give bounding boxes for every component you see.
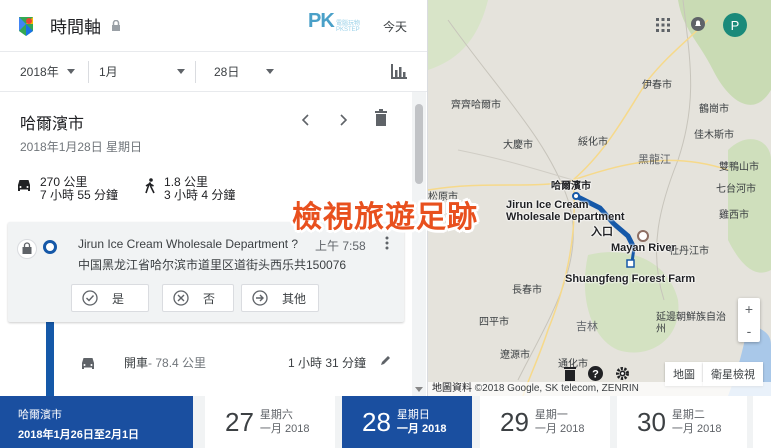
divider [195, 60, 196, 83]
cancel-circle-icon [173, 290, 189, 306]
place-name[interactable]: Jirun Ice Cream Wholesale Department ? [78, 237, 298, 251]
map-label: 伊春市 [642, 80, 672, 91]
shopping-bag-icon [17, 239, 37, 259]
day-date: 2018年1月28日 星期日 [20, 140, 143, 154]
day-cell-selected[interactable]: 28 星期日 一月 2018 [342, 396, 472, 448]
divider [88, 60, 89, 83]
app-title: 時間軸 [50, 18, 101, 37]
zoom-in-button[interactable]: + [738, 298, 760, 320]
timeline-node [43, 240, 57, 254]
place-address: 中国黑龙江省哈尔滨市道里区道街头西乐共150076 [78, 258, 347, 272]
car-icon [82, 357, 94, 369]
check-circle-icon [82, 290, 98, 306]
watermark-logo: PK 電腦玩物 PKSTEP [308, 10, 361, 33]
day-city: 哈爾濱市 [20, 116, 85, 133]
next-day-icon[interactable] [336, 113, 350, 127]
delete-day-icon[interactable] [374, 109, 388, 126]
drive-stat: 270 公里 7 小時 55 分鐘 [16, 176, 118, 202]
map-label: 長春市 [512, 285, 542, 296]
year-dropdown[interactable]: 2018年 [20, 63, 78, 80]
walk-stat: 1.8 公里 3 小時 4 分鐘 [144, 176, 235, 202]
help-icon[interactable]: ? [588, 366, 603, 381]
day-cell[interactable]: 27 星期六 一月 2018 [205, 396, 335, 448]
segment-mode: 開車 [124, 356, 149, 370]
map-city-label: 哈爾濱市 [551, 181, 591, 192]
google-maps-logo-icon[interactable] [16, 15, 36, 37]
drive-segment[interactable]: 開車 - 78.4 公里 1 小時 31 分鐘 [80, 354, 398, 371]
top-bar: 時間軸 PK 電腦玩物 PKSTEP 今天 [0, 0, 427, 52]
edit-pencil-icon[interactable] [380, 354, 392, 366]
notifications-icon[interactable] [691, 16, 705, 32]
map-view[interactable]: 齊齊哈爾市 伊春市 大慶市 綏化市 黑龍江 鶴崗市 佳木斯市 七台河市 雙鴨山市… [428, 0, 771, 396]
map-label: 遼源市 [500, 350, 530, 361]
map-poi-river[interactable]: Mayan River [611, 242, 676, 254]
today-button[interactable]: 今天 [383, 18, 407, 35]
more-options-icon[interactable] [385, 236, 389, 250]
map-label: 齊齊哈爾市 [451, 100, 501, 111]
car-icon [18, 180, 30, 191]
date-selector-bar: 2018年 1月 28日 [0, 52, 427, 92]
account-avatar[interactable]: P [723, 13, 747, 37]
trash-icon[interactable] [564, 366, 576, 381]
chevron-down-icon [266, 69, 274, 74]
map-label: 延邊朝鮮族自治州 [656, 312, 726, 335]
map-label: 雙鴨山市 [719, 162, 759, 173]
map-attribution: 地圖資料 ©2018 Google, SK telecom, ZENRIN [428, 382, 771, 396]
day-cell[interactable]: 30 星期二 一月 2018 [617, 396, 747, 448]
day-header: 哈爾濱市 2018年1月28日 星期日 [20, 110, 142, 155]
other-place-button[interactable]: 其他 [241, 284, 319, 312]
lock-icon [112, 20, 120, 31]
map-label: 佳木斯市 [694, 130, 734, 141]
apps-grid-icon[interactable] [656, 18, 670, 32]
day-cell-partial[interactable] [753, 396, 771, 448]
chevron-down-icon [66, 69, 75, 74]
map-label: 鶴崗市 [699, 104, 729, 115]
map-label: 黑龍江 [638, 154, 671, 166]
previous-day-icon[interactable] [299, 113, 313, 127]
panel-scrollbar[interactable] [412, 92, 426, 396]
zoom-control: + - [738, 298, 760, 342]
trip-range[interactable]: 哈爾濱市 2018年1月26日至2月1日 [0, 396, 193, 448]
day-stats: 270 公里 7 小時 55 分鐘 1.8 公里 3 小時 4 分鐘 [16, 176, 261, 202]
map-label: 大慶市 [503, 140, 533, 151]
map-label: 四平市 [479, 317, 509, 328]
map-label: 雞西市 [719, 210, 749, 221]
map-label: 綏化市 [578, 137, 608, 148]
place-visit-card[interactable]: Jirun Ice Cream Wholesale Department ? 上… [8, 222, 404, 322]
date-strip: 哈爾濱市 2018年1月26日至2月1日 27 星期六 一月 2018 28 星期… [0, 396, 771, 448]
trip-dates: 2018年1月26日至2月1日 [18, 429, 140, 441]
map-label: 吉林 [576, 321, 598, 333]
map-poi-entrance[interactable]: 入口 [591, 223, 613, 239]
scrollbar-thumb[interactable] [415, 104, 423, 184]
zoom-out-button[interactable]: - [738, 320, 760, 342]
overlay-caption: 檢視旅遊足跡 [292, 201, 478, 234]
segment-duration: 1 小時 31 分鐘 [288, 356, 367, 370]
map-tools: ? [564, 366, 642, 381]
bar-chart-icon[interactable] [391, 64, 407, 79]
chevron-down-icon [177, 69, 185, 74]
day-dropdown[interactable]: 28日 [214, 63, 274, 80]
svg-text:?: ? [592, 369, 599, 381]
map-poi-forest[interactable]: Shuangfeng Forest Farm [565, 273, 695, 285]
scroll-down-arrow-icon[interactable] [415, 387, 423, 392]
map-terrain [428, 0, 771, 396]
walking-icon [145, 178, 155, 194]
map-poi-store[interactable]: Jirun Ice Cream Wholesale Department [506, 199, 636, 223]
trip-city: 哈爾濱市 [18, 409, 62, 421]
confirm-yes-button[interactable]: 是 [71, 284, 149, 312]
map-label: 七台河市 [716, 184, 756, 195]
day-cell[interactable]: 29 星期一 一月 2018 [480, 396, 610, 448]
place-time: 上午 7:58 [315, 239, 366, 253]
segment-distance: - 78.4 公里 [148, 356, 207, 370]
settings-gear-icon[interactable] [615, 366, 630, 381]
confirm-no-button[interactable]: 否 [162, 284, 234, 312]
arrow-circle-icon [252, 290, 268, 306]
month-dropdown[interactable]: 1月 [99, 63, 185, 80]
